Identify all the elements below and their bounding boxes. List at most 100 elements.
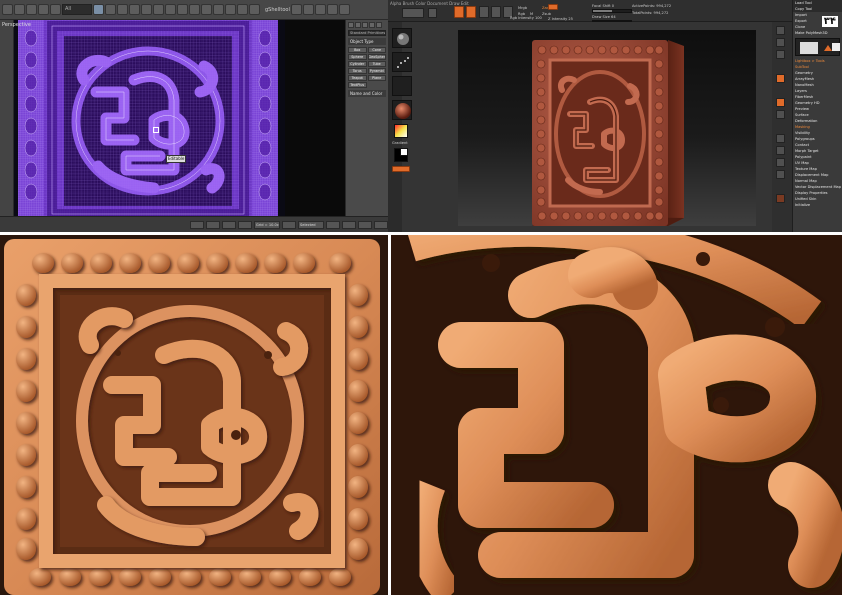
scroll-icon[interactable] — [776, 50, 785, 59]
spix-icon[interactable] — [776, 38, 785, 47]
zsub-toggle[interactable]: Zsub — [542, 12, 551, 16]
object-button[interactable]: Plane — [367, 75, 386, 81]
selection-filter-dropdown[interactable]: All — [62, 4, 92, 15]
object-button[interactable]: Pyramid — [367, 68, 386, 74]
window-crossing-icon[interactable] — [129, 4, 140, 15]
max-window: All gShelltool Perspective Editable Stan… — [0, 0, 388, 232]
zbrush-top-shelf: Alpha Brush Color Document Draw Edit Mrg… — [388, 0, 842, 22]
material-selector[interactable] — [392, 100, 412, 120]
tray-item[interactable]: Initialize — [793, 202, 842, 208]
frame-icon[interactable] — [776, 134, 785, 143]
modify-tab-icon[interactable] — [355, 22, 361, 28]
bind-icon[interactable] — [50, 4, 61, 15]
percent-snap-icon[interactable] — [225, 4, 236, 15]
local-icon[interactable] — [776, 98, 785, 107]
perspective-viewport[interactable] — [14, 20, 285, 216]
alpha-selector[interactable] — [392, 76, 412, 96]
tool-palette-tray: Load Tool Copy Tool Import Export Clone … — [792, 0, 842, 232]
object-button[interactable]: TextPlus — [348, 82, 367, 88]
pivot-icon[interactable] — [189, 4, 200, 15]
material-editor-icon[interactable] — [314, 4, 326, 15]
standard-brush-icon — [397, 33, 409, 45]
coord-z-field[interactable] — [238, 220, 252, 229]
rotate-view-icon[interactable] — [776, 170, 785, 179]
lightbox-button[interactable] — [402, 8, 424, 18]
draw-size-slider[interactable] — [592, 20, 632, 22]
object-button[interactable]: Cone — [367, 47, 386, 53]
tool-thumbnail[interactable] — [795, 38, 840, 56]
orbit-icon[interactable] — [358, 220, 372, 229]
scale-icon[interactable] — [165, 4, 176, 15]
move-button[interactable] — [479, 6, 489, 18]
render-setup-icon[interactable] — [326, 4, 338, 15]
undo-icon[interactable] — [2, 4, 13, 15]
hierarchy-tab-icon[interactable] — [362, 22, 368, 28]
tray-item[interactable]: Make PolyMesh3D — [793, 30, 842, 36]
object-button[interactable]: Teapot — [348, 75, 367, 81]
move-icon[interactable] — [141, 4, 152, 15]
pan-icon[interactable] — [374, 220, 388, 229]
lock-selection-icon[interactable] — [190, 220, 204, 229]
motion-tab-icon[interactable] — [369, 22, 375, 28]
object-button[interactable]: Torus — [348, 68, 367, 74]
zoom-view-icon[interactable] — [776, 158, 785, 167]
zoom-icon[interactable] — [342, 220, 356, 229]
switch-color-button[interactable] — [392, 166, 410, 172]
stroke-selector[interactable] — [392, 52, 412, 72]
unlink-icon[interactable] — [38, 4, 49, 15]
xyz-icon[interactable] — [776, 110, 785, 119]
primitive-type-dropdown[interactable]: Standard Primitives — [348, 30, 386, 36]
object-button[interactable]: GeoSphere — [367, 54, 386, 60]
zbrush-canvas[interactable] — [458, 30, 756, 226]
grid-size-readout: Grid = 10.0cm — [254, 220, 280, 229]
object-button[interactable]: Tube — [367, 61, 386, 67]
polyf-icon[interactable] — [776, 194, 785, 203]
max-main-toolbar: All gShelltool — [0, 0, 388, 20]
scale-button[interactable] — [491, 6, 501, 18]
curve-editor-icon[interactable] — [302, 4, 314, 15]
draw-button[interactable] — [466, 6, 476, 18]
move-view-icon[interactable] — [776, 146, 785, 155]
projection-master-button[interactable] — [428, 8, 437, 18]
edit-button[interactable] — [454, 6, 464, 18]
redo-icon[interactable] — [14, 4, 25, 15]
object-button[interactable]: Sphere — [348, 54, 367, 60]
add-time-tag-icon[interactable] — [282, 220, 296, 229]
key-filter-dropdown[interactable]: Selected — [298, 220, 324, 229]
create-tab-icon[interactable] — [348, 22, 354, 28]
select-icon[interactable] — [93, 4, 104, 15]
bpr-icon[interactable] — [776, 26, 785, 35]
mirror-icon[interactable] — [237, 4, 248, 15]
active-points-readout: ActivePoints: 994,272 — [632, 4, 672, 8]
select-by-name-icon[interactable] — [105, 4, 116, 15]
render-icon[interactable] — [338, 4, 350, 15]
align-icon[interactable] — [249, 4, 260, 15]
secondary-color-swatch[interactable] — [400, 148, 408, 156]
link-icon[interactable] — [26, 4, 37, 15]
layer-icon[interactable] — [290, 4, 302, 15]
brush-selector[interactable] — [392, 28, 412, 48]
tile-render-image — [0, 235, 388, 595]
mrgb-toggle[interactable]: Mrgb — [518, 6, 527, 10]
region-select-icon[interactable] — [117, 4, 128, 15]
viewport-side-bar — [0, 20, 14, 216]
display-tab-icon[interactable] — [376, 22, 382, 28]
page-number: ۳۴ — [821, 16, 838, 27]
rotate-icon[interactable] — [153, 4, 164, 15]
command-panel-tabs — [348, 22, 386, 28]
rollout-object-type[interactable]: Object Type — [348, 38, 386, 45]
color-picker-swatch[interactable] — [394, 124, 408, 138]
viewport-label[interactable]: Perspective — [2, 22, 31, 28]
coord-x-field[interactable] — [206, 220, 220, 229]
snap-icon[interactable] — [201, 4, 212, 15]
rollout-name-and-color[interactable]: Name and Color — [348, 90, 386, 97]
object-button[interactable]: Box — [348, 47, 367, 53]
object-button[interactable]: Cylinder — [348, 61, 367, 67]
zbrush-window: Alpha Brush Color Document Draw Edit Mrg… — [388, 0, 842, 232]
focal-shift-slider[interactable] — [592, 9, 632, 13]
coord-y-field[interactable] — [222, 220, 236, 229]
play-icon[interactable] — [326, 220, 340, 229]
reference-coords-icon[interactable] — [177, 4, 188, 15]
angle-snap-icon[interactable] — [213, 4, 224, 15]
persp-icon[interactable] — [776, 74, 785, 83]
